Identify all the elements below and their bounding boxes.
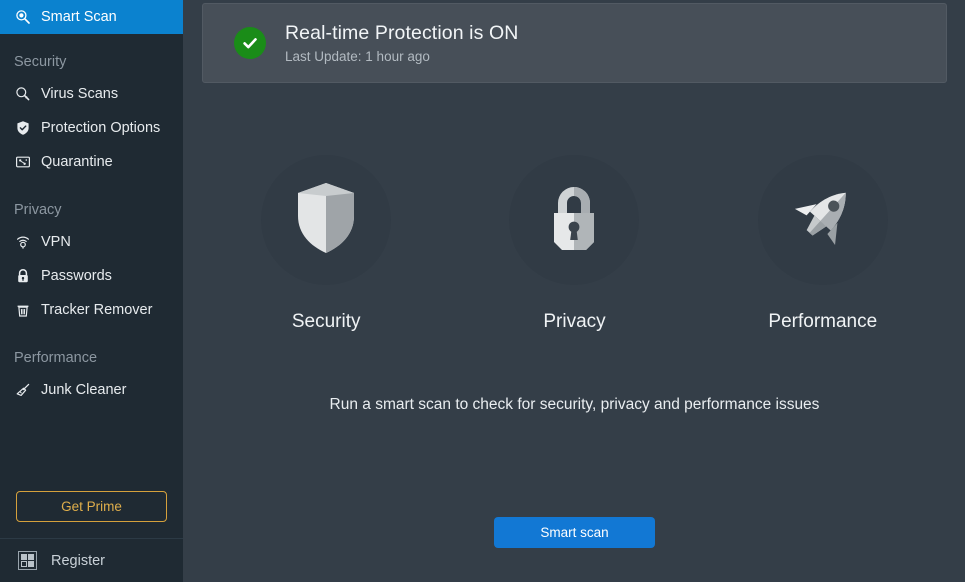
sidebar-group-label: Security [14,54,67,70]
realtime-protection-banner: Real-time Protection is ON Last Update: … [202,3,947,83]
sidebar-item-label: Protection Options [41,120,161,136]
sidebar-item-label: Quarantine [41,154,113,170]
sidebar-item-virus-scans[interactable]: Virus Scans [0,77,183,111]
sidebar-item-label: VPN [41,234,71,250]
rocket-icon [784,180,862,261]
sidebar-item-quarantine[interactable]: Quarantine [0,145,183,179]
quarantine-box-icon [14,153,32,171]
sidebar: Smart Scan Security Virus Scans Protecti… [0,0,183,582]
green-check-circle-icon [234,27,266,59]
feature-row: Security Privacy Performance [202,155,947,333]
sidebar-group-label: Privacy [14,202,62,218]
feature-circle [757,155,888,285]
sidebar-group-performance: Performance [0,343,183,373]
tagline: Run a smart scan to check for security, … [329,396,820,413]
sidebar-item-label: Tracker Remover [41,302,153,318]
vpn-signal-icon [14,233,32,251]
get-prime-button[interactable]: Get Prime [16,491,167,522]
sidebar-group-privacy: Privacy [0,195,183,225]
sidebar-item-passwords[interactable]: Passwords [0,259,183,293]
magnifier-icon [14,85,32,103]
sidebar-item-label: Passwords [41,268,112,284]
main-content: Real-time Protection is ON Last Update: … [183,0,965,582]
trash-icon [14,301,32,319]
smart-scan-button[interactable]: Smart scan [494,517,655,548]
app-window: Smart Scan Security Virus Scans Protecti… [0,0,965,582]
sidebar-item-protection-options[interactable]: Protection Options [0,111,183,145]
qr-code-icon [18,551,37,570]
sidebar-item-junk-cleaner[interactable]: Junk Cleaner [0,373,183,407]
register-label: Register [51,552,105,569]
feature-performance[interactable]: Performance [699,155,947,333]
sidebar-item-smart-scan[interactable]: Smart Scan [0,0,183,34]
banner-subtitle: Last Update: 1 hour ago [285,49,430,64]
banner-text: Real-time Protection is ON Last Update: … [285,22,518,64]
feature-circle [509,155,640,285]
shield-icon [293,180,359,261]
feature-security[interactable]: Security [202,155,450,333]
feature-label: Security [291,311,361,332]
feature-circle [261,155,392,285]
lock-icon [14,267,32,285]
smart-scan-icon [14,8,32,26]
sidebar-item-label: Smart Scan [41,9,117,25]
sidebar-item-vpn[interactable]: VPN [0,225,183,259]
feature-label: Privacy [543,311,606,332]
banner-title: Real-time Protection is ON [285,22,519,44]
sidebar-group-security: Security [0,47,183,77]
sidebar-item-label: Virus Scans [41,86,119,102]
sidebar-item-label: Junk Cleaner [41,382,127,398]
shield-check-icon [14,119,32,137]
feature-label: Performance [768,311,878,332]
broom-icon [14,381,32,399]
sidebar-nav: Smart Scan Security Virus Scans Protecti… [0,0,183,491]
get-prime-container: Get Prime [0,491,183,522]
sidebar-group-label: Performance [14,350,98,366]
padlock-icon [541,180,607,261]
feature-privacy[interactable]: Privacy [450,155,698,333]
register-row[interactable]: Register [0,538,183,582]
smart-scan-button-container: Smart scan [202,517,947,548]
sidebar-item-tracker-remover[interactable]: Tracker Remover [0,293,183,327]
